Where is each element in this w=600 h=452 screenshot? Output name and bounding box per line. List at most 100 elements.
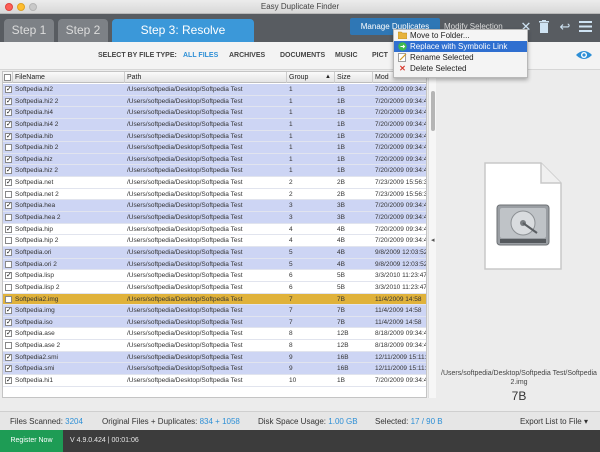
row-checkbox[interactable]: ✓ — [5, 132, 12, 140]
selected-value: 17 / 90 B — [410, 417, 443, 426]
cell-path: /Users/softpedia/Desktop/Softpedia Test — [127, 109, 243, 117]
row-checkbox[interactable] — [5, 342, 12, 350]
table-row[interactable]: Softpedia.net 2/Users/softpedia/Desktop/… — [3, 188, 426, 201]
row-checkbox[interactable]: ✓ — [5, 307, 12, 315]
table-row[interactable]: ✓ Softpedia.ori/Users/softpedia/Desktop/S… — [3, 246, 426, 259]
trash-icon[interactable] — [537, 18, 551, 35]
row-checkbox[interactable]: ✓ — [5, 330, 12, 338]
preview-file-size: 7B — [511, 389, 527, 403]
filter-documents[interactable]: DOCUMENTS — [280, 52, 325, 59]
row-checkbox[interactable] — [5, 144, 12, 152]
menu-item-move-to-folder[interactable]: Move to Folder... — [394, 30, 527, 41]
cell-group: 1 — [289, 155, 293, 163]
row-checkbox[interactable]: ✓ — [5, 248, 12, 256]
table-row[interactable]: Softpedia.hip 2/Users/softpedia/Desktop/… — [3, 235, 426, 247]
scrollbar-thumb[interactable] — [431, 91, 435, 131]
table-row[interactable]: ✓ Softpedia.hi2 2/Users/softpedia/Desktop… — [3, 95, 426, 108]
table-row[interactable]: ✓ Softpedia.iso/Users/softpedia/Desktop/S… — [3, 316, 426, 329]
undo-icon[interactable]: ↩ — [558, 18, 572, 35]
row-checkbox[interactable]: ✓ — [5, 155, 12, 163]
filter-pictures[interactable]: PICT — [372, 52, 388, 59]
cell-name: Softpedia.ase 2 — [15, 342, 61, 350]
zoom-window-button[interactable] — [29, 3, 37, 11]
cell-name: Softpedia.hiz — [15, 155, 53, 163]
cell-group: 4 — [289, 225, 293, 233]
cell-name: Softpedia.hea 2 — [15, 214, 61, 222]
cell-size: 7B — [337, 318, 345, 326]
table-row[interactable]: Softpedia.ori 2/Users/softpedia/Desktop/… — [3, 258, 426, 271]
row-checkbox[interactable] — [5, 283, 12, 291]
table-row[interactable]: ✓ Softpedia.hiz 2/Users/softpedia/Desktop… — [3, 165, 426, 178]
row-checkbox[interactable]: ✓ — [5, 86, 12, 93]
cell-group: 5 — [289, 248, 293, 256]
eye-icon[interactable] — [576, 49, 592, 61]
original-duplicates: Original Files + Duplicates: 834 + 1058 — [102, 412, 240, 431]
column-filename[interactable]: FileName — [13, 72, 125, 83]
column-group[interactable]: Group ▲ — [287, 72, 335, 83]
cell-path: /Users/softpedia/Desktop/Softpedia Test — [127, 132, 243, 140]
step-3-tab[interactable]: Step 3: Resolve Duplicates — [112, 19, 254, 59]
select-all-checkbox[interactable] — [4, 74, 11, 81]
table-row[interactable]: Softpedia.lisp 2/Users/softpedia/Desktop… — [3, 281, 426, 294]
table-row[interactable]: Softpedia.hea 2/Users/softpedia/Desktop/… — [3, 212, 426, 224]
export-list-button[interactable]: Export List to File ▾ — [520, 412, 588, 431]
select-all-column[interactable] — [3, 72, 13, 83]
row-checkbox[interactable] — [5, 237, 12, 245]
column-path[interactable]: Path — [125, 72, 287, 83]
row-checkbox[interactable] — [5, 260, 12, 268]
cell-group: 2 — [289, 190, 293, 198]
table-row[interactable]: ✓ Softpedia.img/Users/softpedia/Desktop/S… — [3, 305, 426, 317]
table-row[interactable]: ✓ Softpedia2.smi/Users/softpedia/Desktop/… — [3, 351, 426, 364]
row-checkbox[interactable] — [5, 190, 12, 198]
row-checkbox[interactable] — [5, 295, 12, 303]
filter-label: SELECT BY FILE TYPE: — [98, 52, 177, 59]
close-window-button[interactable] — [5, 3, 13, 11]
menu-item-replace-symbolic-link[interactable]: Replace with Symbolic Link — [394, 41, 527, 52]
row-checkbox[interactable]: ✓ — [5, 179, 12, 187]
step-2-tab[interactable]: Step 2 — [58, 19, 108, 42]
row-checkbox[interactable]: ✓ — [5, 167, 12, 175]
row-checkbox[interactable]: ✓ — [5, 365, 12, 373]
row-checkbox[interactable]: ✓ — [5, 353, 12, 361]
splitter-arrow-left-icon[interactable]: ◂ — [431, 236, 435, 244]
step-1-tab[interactable]: Step 1 — [4, 19, 54, 42]
cell-size: 16B — [337, 353, 349, 361]
row-checkbox[interactable]: ✓ — [5, 272, 12, 280]
minimize-window-button[interactable] — [17, 3, 25, 11]
filter-all-files[interactable]: ALL FILES — [183, 52, 218, 59]
table-row[interactable]: ✓ Softpedia.hiz/Users/softpedia/Desktop/S… — [3, 153, 426, 166]
table-row[interactable]: ✓ Softpedia.hib/Users/softpedia/Desktop/S… — [3, 130, 426, 143]
row-checkbox[interactable]: ✓ — [5, 120, 12, 128]
cell-group: 8 — [289, 342, 293, 350]
table-row[interactable]: Softpedia.hib 2/Users/softpedia/Desktop/… — [3, 142, 426, 154]
menu-icon[interactable] — [578, 18, 592, 35]
table-row[interactable]: ✓ Softpedia.hi2/Users/softpedia/Desktop/S… — [3, 84, 426, 96]
table-row[interactable]: ✓ Softpedia.smi/Users/softpedia/Desktop/S… — [3, 363, 426, 376]
table-row[interactable]: Softpedia.ase 2/Users/softpedia/Desktop/… — [3, 340, 426, 352]
table-row[interactable]: ✓ Softpedia.ase/Users/softpedia/Desktop/S… — [3, 328, 426, 341]
table-row[interactable]: ✓ Softpedia.hi1/Users/softpedia/Desktop/S… — [3, 375, 426, 387]
table-scrollbar[interactable] — [428, 71, 436, 398]
row-checkbox[interactable] — [5, 214, 12, 222]
table-row[interactable]: ✓ Softpedia.hea/Users/softpedia/Desktop/S… — [3, 200, 426, 213]
menu-item-rename-selected[interactable]: Rename Selected — [394, 52, 527, 63]
table-row[interactable]: ✓ Softpedia.hi4/Users/softpedia/Desktop/S… — [3, 107, 426, 119]
row-checkbox[interactable]: ✓ — [5, 225, 12, 233]
row-checkbox[interactable]: ✓ — [5, 318, 12, 326]
filter-archives[interactable]: ARCHIVES — [229, 52, 265, 59]
table-row[interactable]: ✓ Softpedia.hi4 2/Users/softpedia/Desktop… — [3, 118, 426, 131]
row-checkbox[interactable]: ✓ — [5, 109, 12, 117]
filter-music[interactable]: MUSIC — [335, 52, 358, 59]
table-row[interactable]: Softpedia2.img/Users/softpedia/Desktop/S… — [3, 293, 426, 306]
row-checkbox[interactable]: ✓ — [5, 97, 12, 105]
table-row[interactable]: ✓ Softpedia.hip/Users/softpedia/Desktop/S… — [3, 223, 426, 236]
table-row[interactable]: ✓ Softpedia.net/Users/softpedia/Desktop/S… — [3, 177, 426, 189]
row-checkbox[interactable]: ✓ — [5, 202, 12, 210]
cell-size: 1B — [337, 155, 345, 163]
menu-item-delete-selected[interactable]: ✕ Delete Selected — [394, 63, 527, 74]
cell-size: 12B — [337, 342, 349, 350]
table-row[interactable]: ✓ Softpedia.lisp/Users/softpedia/Desktop/… — [3, 270, 426, 282]
row-checkbox[interactable]: ✓ — [5, 377, 12, 385]
column-size[interactable]: Size — [335, 72, 373, 83]
register-now-button[interactable]: Register Now — [0, 430, 63, 452]
